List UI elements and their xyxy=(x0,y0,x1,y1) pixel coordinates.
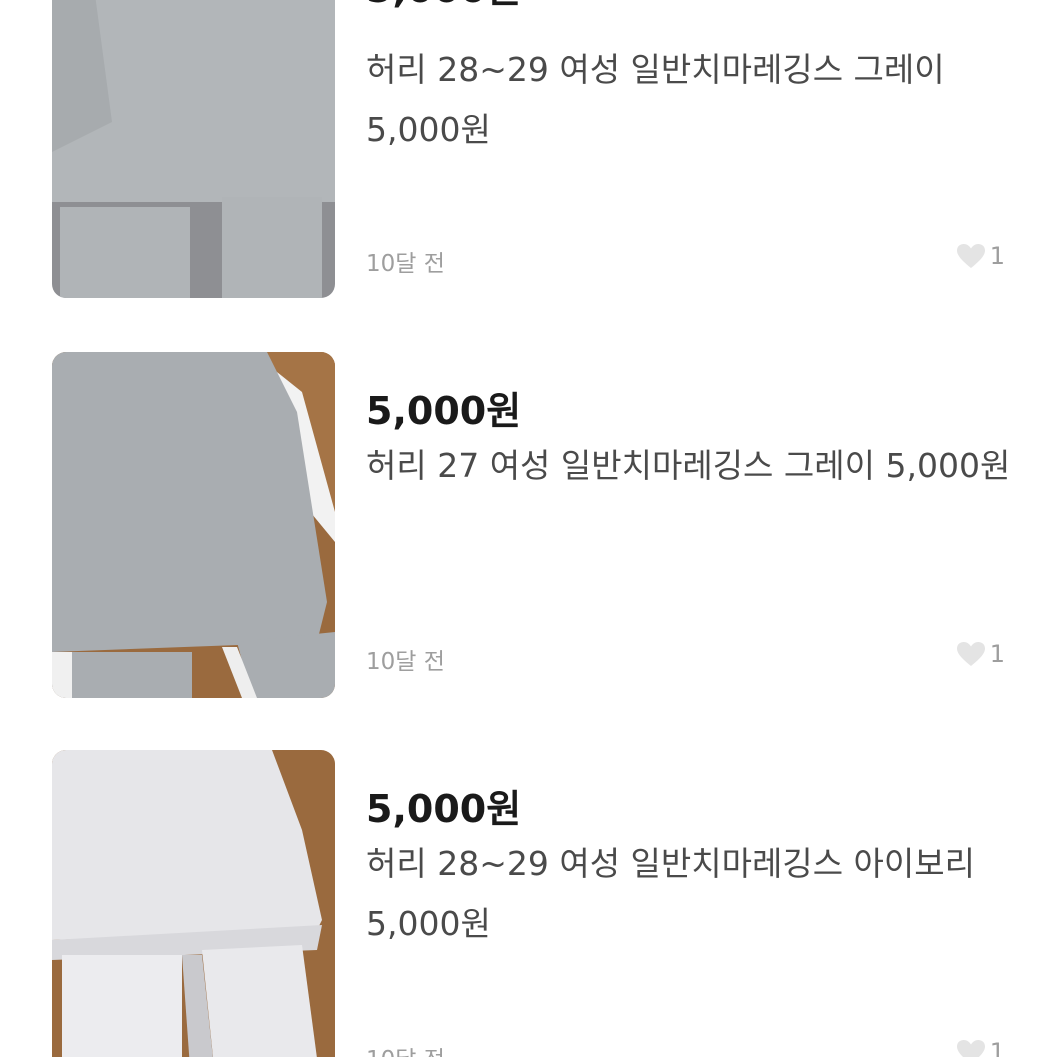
like-counter[interactable]: 1 xyxy=(956,242,1005,270)
product-image xyxy=(52,352,335,698)
item-title: 허리 28~29 여성 일반치마레깅스 그레이 5,000원 xyxy=(366,50,945,149)
item-price: 5,000원 xyxy=(366,0,521,13)
item-price: 5,000원 xyxy=(366,787,522,831)
heart-icon[interactable] xyxy=(956,243,986,269)
like-count: 1 xyxy=(989,640,1005,668)
item-time: 10달 전 xyxy=(366,251,445,277)
list-item[interactable]: 5,000원 허리 27 여성 일반치마레깅스 그레이 5,000원 10달 전… xyxy=(0,352,1057,698)
like-counter[interactable]: 1 xyxy=(956,640,1005,668)
product-list: 5,000원 허리 28~29 여성 일반치마레깅스 그레이 5,000원 10… xyxy=(0,0,1057,1057)
item-title: 허리 27 여성 일반치마레깅스 그레이 5,000원 xyxy=(366,446,1011,485)
item-title: 허리 28~29 여성 일반치마레깅스 아이보리 5,000원 xyxy=(366,844,975,943)
product-thumbnail[interactable] xyxy=(52,750,335,1057)
product-thumbnail[interactable] xyxy=(52,352,335,698)
product-image xyxy=(52,0,335,298)
like-count: 1 xyxy=(989,242,1005,270)
list-item[interactable]: 5,000원 허리 28~29 여성 일반치마레깅스 그레이 5,000원 10… xyxy=(0,0,1057,298)
heart-icon[interactable] xyxy=(956,641,986,667)
heart-icon[interactable] xyxy=(956,1039,986,1057)
item-price: 5,000원 xyxy=(366,389,522,433)
product-image xyxy=(52,750,335,1057)
item-time: 10달 전 xyxy=(366,1040,445,1057)
like-counter[interactable]: 1 xyxy=(956,1038,1005,1057)
list-item[interactable]: 5,000원 허리 28~29 여성 일반치마레깅스 아이보리 5,000원 1… xyxy=(0,750,1057,1057)
product-thumbnail[interactable] xyxy=(52,0,335,298)
like-count: 1 xyxy=(989,1038,1005,1057)
item-time: 10달 전 xyxy=(366,649,445,675)
